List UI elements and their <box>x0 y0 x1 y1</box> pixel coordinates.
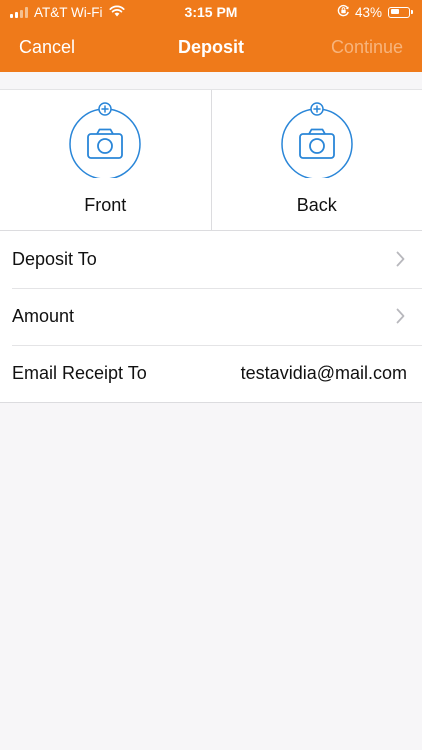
battery-icon <box>388 6 413 18</box>
check-capture-section: Front Back <box>0 89 422 231</box>
status-right: 43% <box>337 3 413 21</box>
capture-front-button[interactable]: Front <box>0 90 212 230</box>
deposit-form: Deposit To Amount Email Receipt To testa… <box>0 231 422 403</box>
deposit-to-row[interactable]: Deposit To <box>0 231 422 288</box>
camera-add-icon <box>279 102 355 178</box>
amount-row[interactable]: Amount <box>0 288 422 345</box>
capture-back-button[interactable]: Back <box>212 90 422 230</box>
camera-add-icon <box>67 102 143 178</box>
orientation-lock-icon <box>337 4 350 20</box>
continue-button[interactable]: Continue <box>331 37 403 58</box>
status-bar: AT&T Wi-Fi 3:15 PM 43% <box>0 0 422 24</box>
header: AT&T Wi-Fi 3:15 PM 43% Cancel Deposit Co… <box>0 0 422 72</box>
battery-percent: 43% <box>354 4 382 20</box>
email-receipt-value: testavidia@mail.com <box>240 363 407 383</box>
email-receipt-label: Email Receipt To <box>12 363 147 383</box>
email-receipt-row[interactable]: Email Receipt To testavidia@mail.com <box>0 345 422 402</box>
amount-label: Amount <box>12 306 75 326</box>
chevron-right-icon <box>396 308 405 329</box>
nav-bar: Cancel Deposit Continue <box>0 24 422 72</box>
back-label: Back <box>296 195 337 215</box>
chevron-right-icon <box>396 251 405 272</box>
front-label: Front <box>84 195 127 215</box>
cancel-button[interactable]: Cancel <box>19 37 75 58</box>
deposit-to-label: Deposit To <box>12 249 97 269</box>
